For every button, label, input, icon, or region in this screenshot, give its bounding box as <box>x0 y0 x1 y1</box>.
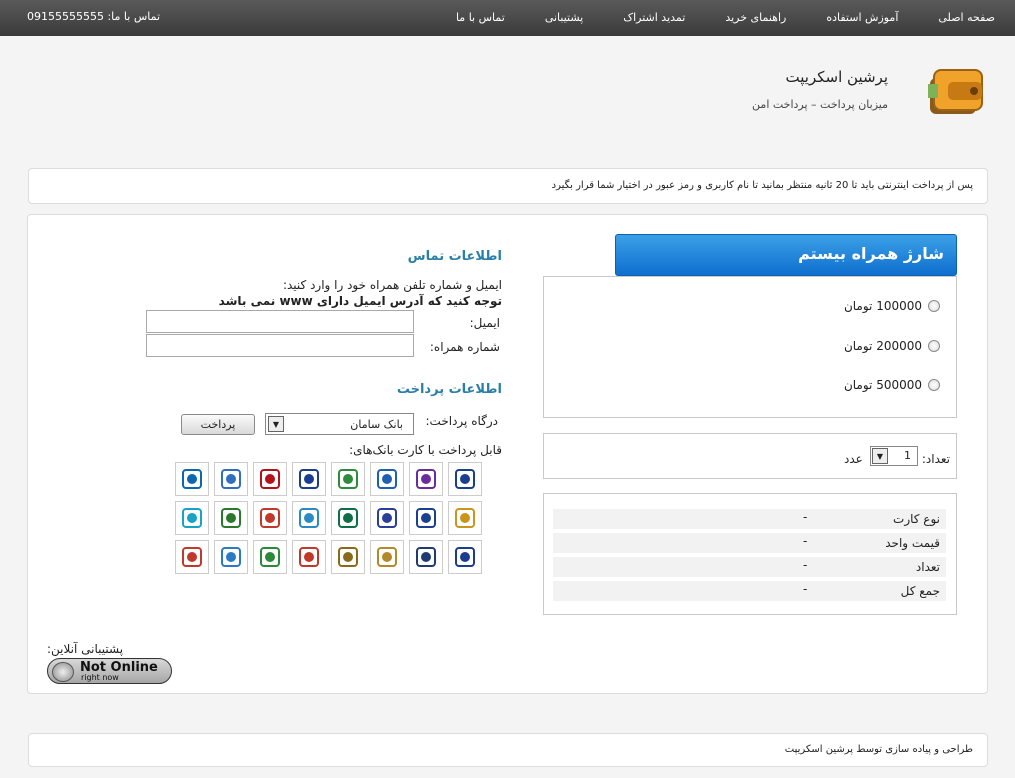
amount-option-500000[interactable]: 500000 تومان <box>844 378 940 392</box>
bank-parsian-icon <box>253 501 287 535</box>
bank-melli-icon <box>448 540 482 574</box>
pay-button[interactable]: پرداخت <box>181 414 255 435</box>
summary-label: جمع کل <box>900 584 940 598</box>
gateway-select[interactable]: بانک سامان ▼ <box>265 413 414 435</box>
footer-credit: طراحی و پیاده سازی توسط پرشین اسکریپت <box>784 744 973 755</box>
email-warning: توجه کنید که آدرس ایمیل دارای www نمی با… <box>218 294 502 308</box>
summary-row: قیمت واحد - <box>553 533 946 553</box>
bank-eghtesad-novin-icon <box>409 540 443 574</box>
online-support-label: پشتیبانی آنلاین: <box>47 642 124 656</box>
bank-postbank-icon <box>175 501 209 535</box>
bank-hekmat-icon <box>292 540 326 574</box>
bank-saderat-icon <box>292 462 326 496</box>
support-status-sub: right now <box>81 673 119 682</box>
contact-phone: تماس با ما: 09155555555 <box>27 10 161 23</box>
gateway-value: بانک سامان <box>350 418 403 431</box>
email-label: ایمیل: <box>469 316 500 330</box>
summary-row: جمع کل - <box>553 581 946 601</box>
dropdown-arrow-icon[interactable]: ▼ <box>872 448 888 464</box>
gateway-label: درگاه پرداخت: <box>425 414 499 428</box>
bank-saman-icon <box>331 501 365 535</box>
summary-label: قیمت واحد <box>885 536 940 550</box>
phone-label: شماره همراه: <box>429 340 500 354</box>
amount-label: 200000 تومان <box>843 339 922 353</box>
dropdown-arrow-icon[interactable]: ▼ <box>268 416 284 432</box>
bank-ansar-icon <box>370 501 404 535</box>
nav-home[interactable]: صفحه اصلی <box>918 0 1015 36</box>
bank-sepah-icon <box>175 462 209 496</box>
nav-support[interactable]: پشتیبانی <box>525 0 603 36</box>
phone-field[interactable] <box>146 334 414 357</box>
amount-option-100000[interactable]: 100000 تومان <box>844 299 940 313</box>
bank-ghavamin-icon <box>175 540 209 574</box>
site-subtitle: میزبان پرداخت – پرداخت امن <box>752 98 888 111</box>
amount-label: 100000 تومان <box>843 299 922 313</box>
nav-renew-subscription[interactable]: تمدید اشتراک <box>603 0 705 36</box>
top-navbar: صفحه اصلی آموزش استفاده راهنمای خرید تمد… <box>0 0 1015 36</box>
footer-panel: طراحی و پیاده سازی توسط پرشین اسکریپت <box>28 733 988 767</box>
email-field[interactable] <box>146 310 414 333</box>
notice-text: پس از پرداخت اینترنتی باید تا 20 ثانیه م… <box>551 180 973 191</box>
bank-maskan-icon <box>331 540 365 574</box>
product-title: شارژ همراه بیستم <box>615 234 957 276</box>
nav-tutorial[interactable]: آموزش استفاده <box>806 0 918 36</box>
bank-refah-icon <box>214 462 248 496</box>
bank-eghtesad-icon <box>214 501 248 535</box>
bank-ayandeh-icon <box>253 540 287 574</box>
quantity-select[interactable]: 1 ▼ <box>870 446 918 466</box>
bank-mellat-red-icon <box>253 462 287 496</box>
nav-purchase-guide[interactable]: راهنمای خرید <box>705 0 806 36</box>
amount-label: 500000 تومان <box>843 378 922 392</box>
amount-options: 100000 تومان 200000 تومان 500000 تومان <box>543 276 957 418</box>
summary-value: - <box>803 510 808 524</box>
nav-contact[interactable]: تماس با ما <box>436 0 525 36</box>
bank-day-icon <box>214 540 248 574</box>
bank-sina-icon <box>409 501 443 535</box>
summary-value: - <box>803 558 808 572</box>
radio-icon[interactable] <box>928 340 940 352</box>
bank-keshavarzi-icon <box>331 462 365 496</box>
summary-value: - <box>803 534 808 548</box>
notice-panel: پس از پرداخت اینترنتی باید تا 20 ثانیه م… <box>28 168 988 204</box>
payment-section-title: اطلاعات پرداخت <box>396 382 502 397</box>
bank-sarmayeh-icon <box>292 501 326 535</box>
quantity-unit: عدد <box>844 452 863 466</box>
bank-tejarat-icon <box>370 462 404 496</box>
site-title: پرشین اسکریپت <box>785 68 888 86</box>
brand-block: پرشین اسکریپت میزبان پرداخت – پرداخت امن <box>752 68 888 111</box>
cards-label: قابل پرداخت با کارت بانک‌های: <box>349 443 502 457</box>
amount-option-200000[interactable]: 200000 تومان <box>844 339 940 353</box>
radio-icon[interactable] <box>928 379 940 391</box>
wallet-icon <box>928 69 983 114</box>
quantity-box: تعداد: 1 ▼ عدد <box>543 433 957 479</box>
bank-tosee-icon <box>370 540 404 574</box>
quantity-label: تعداد: <box>921 452 950 466</box>
main-nav: صفحه اصلی آموزش استفاده راهنمای خرید تمد… <box>436 0 1015 36</box>
contact-section-title: اطلاعات تماس <box>407 249 502 264</box>
bank-karafarin-icon <box>409 462 443 496</box>
bank-mellat-icon <box>448 462 482 496</box>
bank-pasargad-icon <box>448 501 482 535</box>
summary-label: تعداد <box>915 560 940 574</box>
summary-label: نوع کارت <box>893 512 940 526</box>
summary-row: نوع کارت - <box>553 509 946 529</box>
contact-instruction: ایمیل و شماره تلفن همراه خود را وارد کنی… <box>282 278 502 292</box>
quantity-value: 1 <box>904 449 911 462</box>
order-summary: نوع کارت - قیمت واحد - تعداد - جمع کل - <box>543 493 957 615</box>
online-support-button[interactable]: Not Online right now <box>47 658 172 684</box>
radio-icon[interactable] <box>928 300 940 312</box>
summary-value: - <box>803 582 808 596</box>
support-avatar-icon <box>52 662 74 682</box>
summary-row: تعداد - <box>553 557 946 577</box>
